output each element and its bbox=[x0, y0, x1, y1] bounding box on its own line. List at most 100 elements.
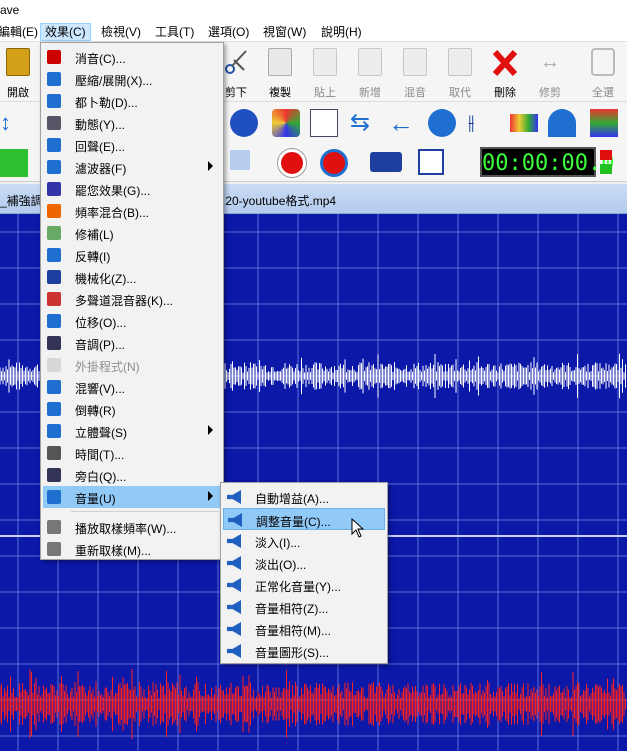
effects-menu-item-label: 壓縮/展開(X)... bbox=[75, 74, 153, 88]
monitor-icon[interactable] bbox=[418, 149, 444, 175]
record-loop-icon[interactable] bbox=[320, 149, 348, 177]
effects-menu-item[interactable]: 倒轉(R) bbox=[43, 398, 221, 420]
submenu-arrow-icon bbox=[208, 425, 213, 435]
fade-in-icon bbox=[227, 534, 241, 548]
volume-menu-item[interactable]: 音量圖形(S)... bbox=[223, 640, 385, 662]
compress-tool-icon[interactable]: ↕ bbox=[0, 109, 28, 137]
record-options-icon[interactable] bbox=[370, 152, 402, 172]
effects-menu-item[interactable]: 罷您效果(G)... bbox=[43, 178, 221, 200]
submenu-arrow-icon bbox=[208, 161, 213, 171]
dynamics-icon bbox=[47, 116, 61, 130]
shift-tool-icon[interactable] bbox=[428, 109, 456, 137]
invert-icon bbox=[47, 248, 61, 262]
effects-menu-item[interactable]: 濾波器(F) bbox=[43, 156, 221, 178]
mouse-cursor-icon bbox=[351, 518, 365, 538]
reverb-tool-icon[interactable]: ⇆ bbox=[350, 109, 378, 137]
record-icon[interactable] bbox=[278, 149, 306, 177]
trim-button[interactable]: ↔ 修剪 bbox=[530, 46, 570, 100]
replace-button[interactable]: 取代 bbox=[440, 46, 480, 100]
volume-menu-item-label: 自動增益(A)... bbox=[255, 492, 329, 506]
volume-menu-item-label: 音量相符(M)... bbox=[255, 624, 331, 638]
volume-menu-item[interactable]: 正常化音量(Y)... bbox=[223, 574, 385, 596]
palette-tool-icon[interactable] bbox=[590, 109, 618, 137]
equalizer-tool-icon[interactable]: ⫲ bbox=[468, 109, 496, 137]
stereo-icon bbox=[47, 424, 61, 438]
effects-menu-item[interactable]: 時間(T)... bbox=[43, 442, 221, 464]
effects-menu-item-label: 多聲道混音器(K)... bbox=[75, 294, 173, 308]
effects-menu-item-label: 回聲(E)... bbox=[75, 140, 125, 154]
shape-tool-icon[interactable] bbox=[548, 109, 576, 137]
mechanize-tool-icon[interactable] bbox=[230, 109, 258, 137]
multichannel-tool-icon[interactable] bbox=[272, 109, 300, 137]
volume-menu-item[interactable]: 自動增益(A)... bbox=[223, 486, 385, 508]
indicator-green-icon bbox=[600, 164, 612, 174]
select-all-button[interactable]: 全選 bbox=[583, 46, 623, 100]
reverse-tool-icon[interactable]: ← bbox=[388, 109, 416, 137]
effects-menu-item[interactable]: 頻率混合(B)... bbox=[43, 200, 221, 222]
effects-menu-item[interactable]: 播放取樣頻率(W)... bbox=[43, 516, 221, 538]
pitch-icon bbox=[47, 336, 61, 350]
effects-menu-item-label: 位移(O)... bbox=[75, 316, 127, 330]
copy-button[interactable]: 複製 bbox=[260, 46, 300, 100]
folder-icon bbox=[6, 48, 30, 76]
menu-window[interactable]: 視窗(W) bbox=[259, 23, 310, 41]
effects-menu-item[interactable]: 修補(L) bbox=[43, 222, 221, 244]
effects-menu-item-label: 倒轉(R) bbox=[75, 404, 116, 418]
audio-waveform bbox=[0, 669, 626, 739]
title-bar: ave bbox=[0, 0, 627, 20]
mix-button[interactable]: 混音 bbox=[395, 46, 435, 100]
trim-icon: ↔ bbox=[540, 51, 560, 73]
effects-menu-item[interactable]: 機械化(Z)... bbox=[43, 266, 221, 288]
spectrum-tool-icon[interactable] bbox=[510, 114, 538, 132]
effects-menu-item-label: 混響(V)... bbox=[75, 382, 125, 396]
open-button[interactable]: 開啟 bbox=[0, 46, 38, 100]
multichannel-icon bbox=[47, 292, 61, 306]
effects-menu-item[interactable]: 外掛程式(N) bbox=[43, 354, 221, 376]
window-title: ave bbox=[0, 3, 20, 17]
menu-help[interactable]: 說明(H) bbox=[317, 23, 366, 41]
menu-edit[interactable]: 編輯(E) bbox=[0, 23, 42, 41]
effects-menu-item[interactable]: 動態(Y)... bbox=[43, 112, 221, 134]
volume-menu-item-label: 正常化音量(Y)... bbox=[255, 580, 341, 594]
effects-menu-item[interactable]: 音量(U) bbox=[43, 486, 221, 508]
indicator-red-icon bbox=[600, 150, 612, 160]
effects-menu-item[interactable]: 消音(C)... bbox=[43, 46, 221, 68]
paste-button[interactable]: 貼上 bbox=[305, 46, 345, 100]
effects-menu-item[interactable]: 壓縮/展開(X)... bbox=[43, 68, 221, 90]
effects-menu-item[interactable]: 混響(V)... bbox=[43, 376, 221, 398]
menu-effects[interactable]: 效果(C) bbox=[40, 23, 91, 41]
volume-menu-item-label: 淡出(O)... bbox=[255, 558, 307, 572]
effects-menu-item[interactable]: 音調(P)... bbox=[43, 332, 221, 354]
volume-menu-item[interactable]: 音量相符(Z)... bbox=[223, 596, 385, 618]
effect-icon bbox=[47, 182, 61, 196]
echo-icon bbox=[47, 138, 61, 152]
effects-menu-item[interactable]: 位移(O)... bbox=[43, 310, 221, 332]
effects-menu-item[interactable]: 立體聲(S) bbox=[43, 420, 221, 442]
stop-icon[interactable] bbox=[230, 150, 250, 170]
pitch-tool-icon[interactable] bbox=[310, 109, 338, 137]
effects-menu-item[interactable]: 多聲道混音器(K)... bbox=[43, 288, 221, 310]
fade-out-icon bbox=[227, 556, 241, 570]
volume-menu-item[interactable]: 淡出(O)... bbox=[223, 552, 385, 574]
narration-icon bbox=[47, 468, 61, 482]
effects-menu-item-label: 都卜勒(D)... bbox=[75, 96, 138, 110]
scissors-icon bbox=[225, 50, 247, 74]
effects-menu-item[interactable]: 都卜勒(D)... bbox=[43, 90, 221, 112]
effects-menu-item[interactable]: 回聲(E)... bbox=[43, 134, 221, 156]
menu-options[interactable]: 選項(O) bbox=[204, 23, 253, 41]
tab-left-fragment[interactable]: _補強調 bbox=[0, 192, 43, 209]
new-button[interactable]: 新增 bbox=[350, 46, 390, 100]
play-icon[interactable] bbox=[0, 149, 28, 177]
tab-filename[interactable]: .20-youtube格式.mp4 bbox=[222, 192, 336, 209]
delete-x-icon bbox=[493, 49, 517, 76]
effects-menu-item[interactable]: 旁白(Q)... bbox=[43, 464, 221, 486]
delete-button[interactable]: 刪除 bbox=[485, 46, 525, 100]
effects-menu-item-label: 時間(T)... bbox=[75, 448, 125, 462]
effects-menu-item[interactable]: 反轉(I) bbox=[43, 244, 221, 266]
menu-view[interactable]: 檢視(V) bbox=[97, 23, 145, 41]
new-doc-icon bbox=[358, 48, 382, 76]
menu-tools[interactable]: 工具(T) bbox=[151, 23, 198, 41]
effects-menu-item-label: 濾波器(F) bbox=[75, 162, 127, 176]
effects-menu-item[interactable]: 重新取樣(M)... bbox=[43, 538, 221, 560]
volume-menu-item[interactable]: 音量相符(M)... bbox=[223, 618, 385, 640]
